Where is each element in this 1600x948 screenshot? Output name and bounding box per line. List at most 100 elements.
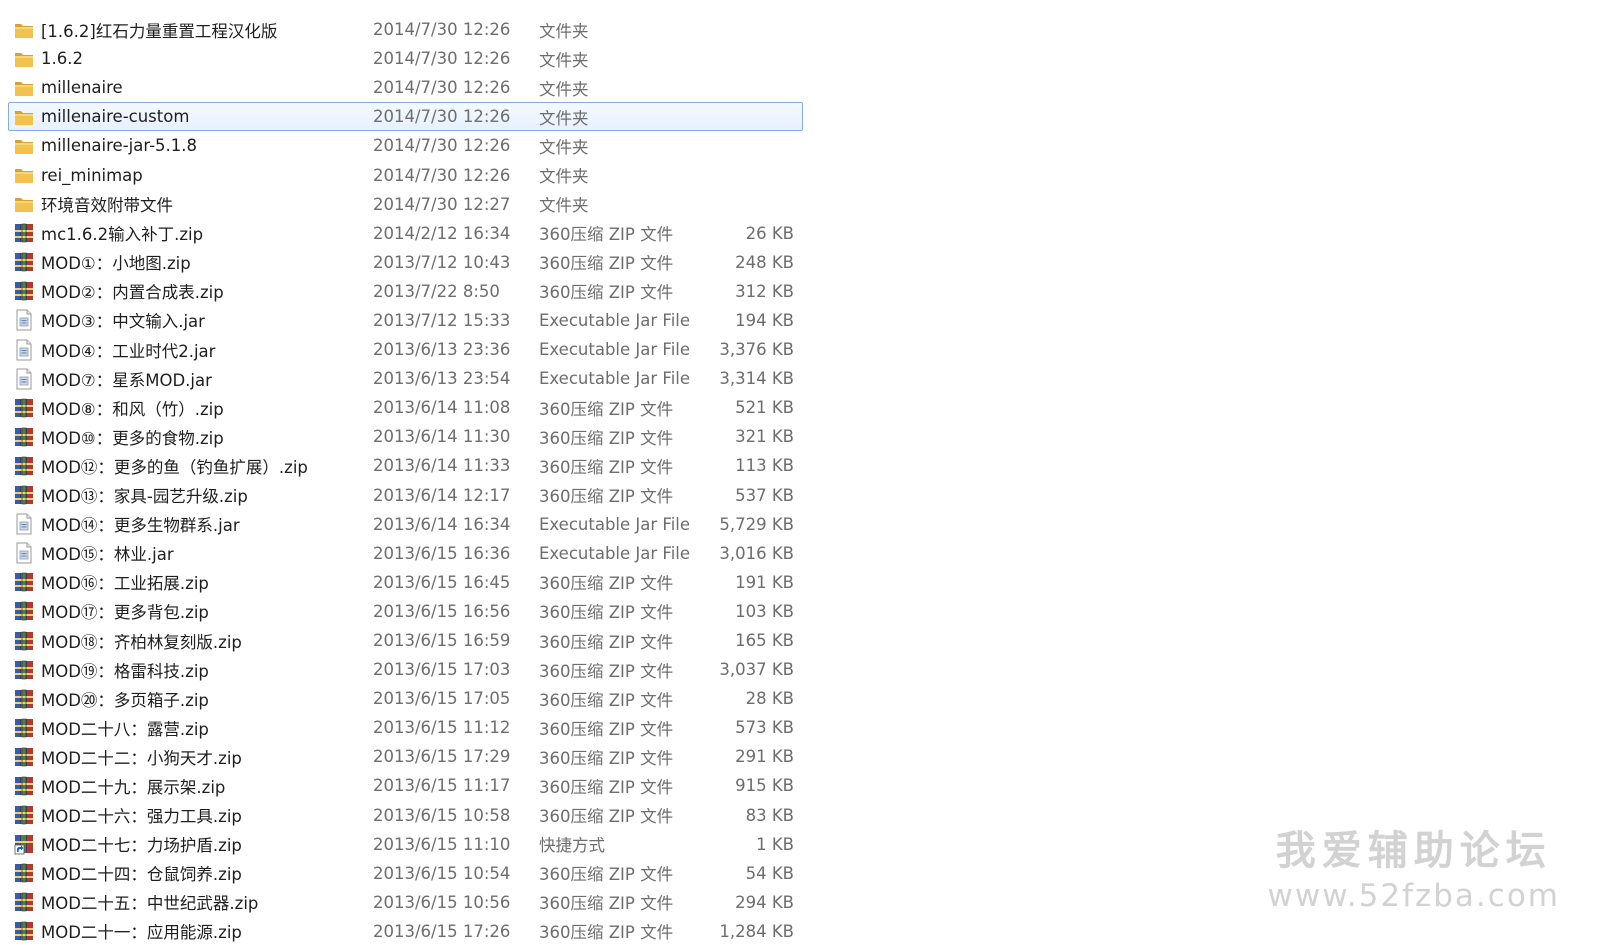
file-name[interactable]: MOD二十六：强力工具.zip: [41, 803, 242, 827]
file-name[interactable]: MOD⑱：齐柏林复刻版.zip: [41, 629, 242, 653]
file-size: 28 KB: [745, 689, 794, 709]
file-name[interactable]: MOD二十五：中世纪武器.zip: [41, 890, 258, 914]
file-type: 360压缩 ZIP 文件: [539, 777, 674, 797]
zip-icon: [13, 891, 35, 913]
file-row[interactable]: MOD⑬：家具-园艺升级.zip 2013/6/14 12:17 360压缩 ZIP…: [8, 481, 803, 510]
file-name[interactable]: millenaire: [41, 78, 123, 97]
file-name[interactable]: mc1.6.2输入补丁.zip: [41, 221, 203, 245]
file-name[interactable]: MOD⑯：工业拓展.zip: [41, 570, 209, 594]
file-row[interactable]: MOD⑦：星系MOD.jar 2013/6/13 23:54 Executable …: [8, 364, 803, 393]
file-row[interactable]: MOD⑯：工业拓展.zip 2013/6/15 16:45 360压缩 ZIP 文件…: [8, 568, 803, 597]
file-name[interactable]: MOD④：工业时代2.jar: [41, 338, 215, 362]
file-row[interactable]: MOD⑧：和风（竹）.zip 2013/6/14 11:08 360压缩 ZIP 文…: [8, 393, 803, 422]
file-row[interactable]: MOD⑱：齐柏林复刻版.zip 2013/6/15 16:59 360压缩 ZIP …: [8, 626, 803, 655]
folder-icon: [13, 106, 35, 128]
file-row[interactable]: 1.6.2 2014/7/30 12:26 文件夹: [8, 44, 803, 73]
file-name[interactable]: MOD⑮：林业.jar: [41, 541, 174, 565]
file-row[interactable]: MOD⑮：林业.jar 2013/6/15 16:36 Executable Jar…: [8, 539, 803, 568]
file-type: 文件夹: [539, 79, 589, 99]
file-type: 360压缩 ZIP 文件: [539, 457, 674, 477]
file-row[interactable]: MOD二十五：中世纪武器.zip 2013/6/15 10:56 360压缩 ZIP…: [8, 888, 803, 917]
jar-icon: [13, 368, 35, 390]
file-date: 2013/6/14 12:17: [373, 485, 511, 505]
file-name[interactable]: 1.6.2: [41, 49, 83, 68]
file-row[interactable]: MOD⑩：更多的食物.zip 2013/6/14 11:30 360压缩 ZIP 文…: [8, 422, 803, 451]
file-name[interactable]: MOD⑦：星系MOD.jar: [41, 367, 212, 391]
zip-icon: [13, 775, 35, 797]
zip-icon: [13, 251, 35, 273]
file-row[interactable]: millenaire 2014/7/30 12:26 文件夹: [8, 73, 803, 102]
file-row[interactable]: MOD二十六：强力工具.zip 2013/6/15 10:58 360压缩 ZIP …: [8, 801, 803, 830]
file-row[interactable]: rei_minimap 2014/7/30 12:26 文件夹: [8, 160, 803, 189]
zip-icon: [13, 920, 35, 942]
file-row[interactable]: MOD二十七：力场护盾.zip 2013/6/15 11:10 快捷方式 1 KB: [8, 830, 803, 859]
shortcut-icon: [13, 833, 35, 855]
file-name[interactable]: MOD⑬：家具-园艺升级.zip: [41, 483, 248, 507]
file-name[interactable]: MOD二十七：力场护盾.zip: [41, 832, 242, 856]
file-name[interactable]: MOD二十二：小狗天才.zip: [41, 745, 242, 769]
file-row[interactable]: MOD⑭：更多生物群系.jar 2013/6/14 16:34 Executable…: [8, 510, 803, 539]
file-row[interactable]: millenaire-jar-5.1.8 2014/7/30 12:26 文件夹: [8, 131, 803, 160]
file-row[interactable]: [1.6.2]红石力量重置工程汉化版 2014/7/30 12:26 文件夹: [8, 15, 803, 44]
file-row[interactable]: MOD⑫：更多的鱼（钓鱼扩展）.zip 2013/6/14 11:33 360压缩 …: [8, 451, 803, 480]
file-name[interactable]: MOD二十一：应用能源.zip: [41, 919, 242, 943]
file-row[interactable]: MOD二十四：仓鼠饲养.zip 2013/6/15 10:54 360压缩 ZIP …: [8, 859, 803, 888]
file-date: 2013/6/13 23:54: [373, 369, 511, 389]
file-row[interactable]: MOD⑲：格雷科技.zip 2013/6/15 17:03 360压缩 ZIP 文件…: [8, 655, 803, 684]
file-date: 2013/6/15 16:56: [373, 601, 511, 621]
file-size: 3,376 KB: [719, 340, 794, 360]
file-name[interactable]: MOD①：小地图.zip: [41, 250, 191, 274]
file-name[interactable]: MOD二十九：展示架.zip: [41, 774, 225, 798]
file-name[interactable]: [1.6.2]红石力量重置工程汉化版: [41, 18, 277, 42]
folder-icon: [13, 164, 35, 186]
file-date: 2013/6/15 11:17: [373, 776, 511, 796]
zip-icon: [13, 630, 35, 652]
file-size: 291 KB: [735, 747, 794, 767]
file-name[interactable]: MOD二十四：仓鼠饲养.zip: [41, 861, 242, 885]
file-name[interactable]: rei_minimap: [41, 166, 143, 185]
file-type: 360压缩 ZIP 文件: [539, 603, 674, 623]
file-row[interactable]: MOD二十一：应用能源.zip 2013/6/15 17:26 360压缩 ZIP …: [8, 917, 803, 946]
file-date: 2013/6/13 23:36: [373, 340, 511, 360]
file-row[interactable]: MOD二十九：展示架.zip 2013/6/15 11:17 360压缩 ZIP 文…: [8, 771, 803, 800]
file-name[interactable]: MOD⑲：格雷科技.zip: [41, 658, 209, 682]
file-date: 2013/6/15 16:45: [373, 572, 511, 592]
file-type: 文件夹: [539, 21, 589, 41]
file-row[interactable]: MOD二十八：露营.zip 2013/6/15 11:12 360压缩 ZIP 文件…: [8, 713, 803, 742]
file-date: 2013/6/14 11:08: [373, 398, 511, 418]
file-name[interactable]: MOD②：内置合成表.zip: [41, 279, 224, 303]
file-size: 26 KB: [745, 223, 794, 243]
file-row[interactable]: MOD⑰：更多背包.zip 2013/6/15 16:56 360压缩 ZIP 文件…: [8, 597, 803, 626]
file-name[interactable]: MOD二十八：露营.zip: [41, 716, 209, 740]
file-type: 360压缩 ZIP 文件: [539, 487, 674, 507]
file-name[interactable]: MOD⑧：和风（竹）.zip: [41, 396, 224, 420]
file-name[interactable]: MOD⑰：更多背包.zip: [41, 599, 209, 623]
file-name[interactable]: MOD⑳：多页箱子.zip: [41, 687, 209, 711]
file-name[interactable]: MOD⑭：更多生物群系.jar: [41, 512, 240, 536]
file-name[interactable]: millenaire-custom: [41, 107, 189, 126]
file-date: 2013/6/15 10:56: [373, 892, 511, 912]
file-name[interactable]: 环境音效附带文件: [41, 192, 173, 216]
file-row[interactable]: millenaire-custom 2014/7/30 12:26 文件夹: [8, 102, 803, 132]
file-date: 2013/6/15 11:10: [373, 834, 511, 854]
file-name[interactable]: MOD⑫：更多的鱼（钓鱼扩展）.zip: [41, 454, 308, 478]
zip-icon: [13, 717, 35, 739]
file-date: 2013/6/15 11:12: [373, 718, 511, 738]
file-row[interactable]: 环境音效附带文件 2014/7/30 12:27 文件夹: [8, 190, 803, 219]
file-type: 360压缩 ZIP 文件: [539, 428, 674, 448]
file-type: 文件夹: [539, 167, 589, 187]
file-row[interactable]: MOD③：中文输入.jar 2013/7/12 15:33 Executable J…: [8, 306, 803, 335]
file-name[interactable]: millenaire-jar-5.1.8: [41, 136, 197, 155]
file-name[interactable]: MOD③：中文输入.jar: [41, 308, 205, 332]
file-name[interactable]: MOD⑩：更多的食物.zip: [41, 425, 224, 449]
zip-icon: [13, 222, 35, 244]
file-row[interactable]: MOD①：小地图.zip 2013/7/12 10:43 360压缩 ZIP 文件 2…: [8, 248, 803, 277]
file-list: [1.6.2]红石力量重置工程汉化版 2014/7/30 12:26 文件夹 1.6.…: [8, 15, 803, 946]
file-row[interactable]: MOD⑳：多页箱子.zip 2013/6/15 17:05 360压缩 ZIP 文件…: [8, 684, 803, 713]
file-date: 2013/6/15 17:05: [373, 689, 511, 709]
file-row[interactable]: MOD二十二：小狗天才.zip 2013/6/15 17:29 360压缩 ZIP …: [8, 742, 803, 771]
file-row[interactable]: MOD④：工业时代2.jar 2013/6/13 23:36 Executable …: [8, 335, 803, 364]
file-row[interactable]: mc1.6.2输入补丁.zip 2014/2/12 16:34 360压缩 ZIP …: [8, 219, 803, 248]
file-type: Executable Jar File: [539, 543, 691, 563]
file-row[interactable]: MOD②：内置合成表.zip 2013/7/22 8:50 360压缩 ZIP 文件…: [8, 277, 803, 306]
